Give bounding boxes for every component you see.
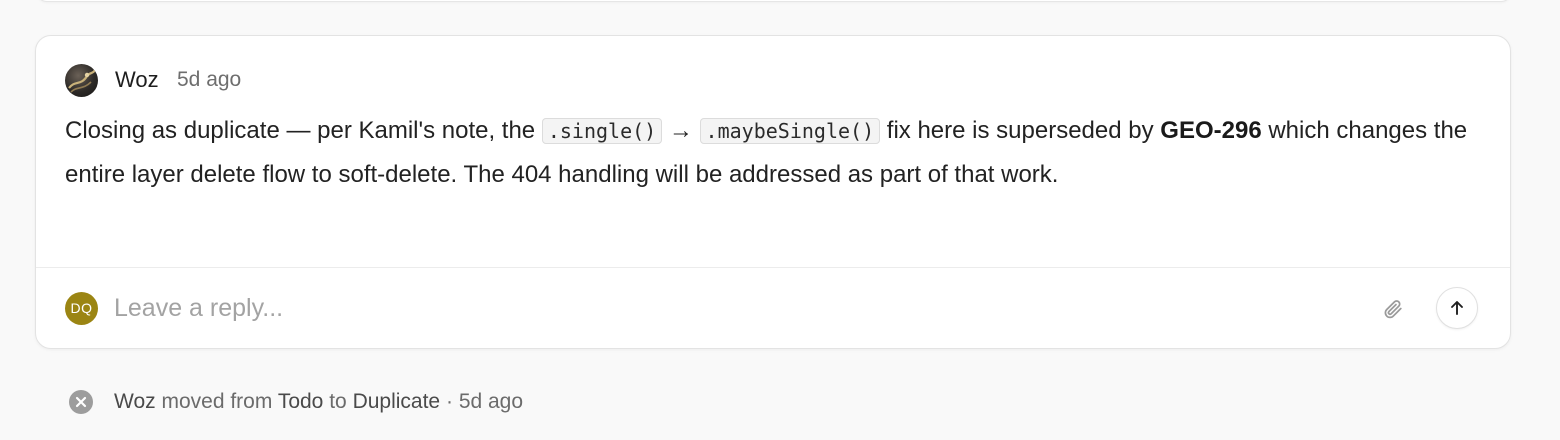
reply-composer: DQ — [36, 267, 1510, 348]
comment-body: Closing as duplicate — per Kamil's note,… — [65, 109, 1485, 196]
close-circle-icon — [69, 390, 93, 414]
paperclip-icon — [1384, 300, 1402, 319]
activity-timestamp[interactable]: 5d ago — [459, 390, 523, 413]
avatar-photo-icon — [68, 69, 96, 93]
comment: Woz 5d ago Closing as duplicate — per Ka… — [36, 36, 1510, 268]
arrow-up-icon — [1451, 301, 1463, 315]
send-reply-button[interactable] — [1436, 287, 1478, 329]
comment-author[interactable]: Woz — [115, 67, 159, 93]
activity-to-word: to — [329, 390, 347, 413]
inline-code-single: .single() — [541, 118, 663, 144]
reply-input[interactable] — [114, 287, 1344, 329]
attach-button[interactable] — [1376, 292, 1410, 326]
inline-code-maybe-single: .maybeSingle() — [699, 118, 881, 144]
comment-text-part: fix here is superseded by — [880, 117, 1161, 144]
activity-entry: Woz moved from Todo to Duplicate · 5d ag… — [68, 388, 523, 416]
issue-reference[interactable]: GEO-296 — [1160, 117, 1261, 144]
author-avatar[interactable] — [65, 64, 98, 97]
activity-text: Woz moved from Todo to Duplicate · 5d ag… — [114, 390, 523, 414]
comment-thread-card: Woz 5d ago Closing as duplicate — per Ka… — [35, 35, 1511, 349]
comment-timestamp[interactable]: 5d ago — [177, 68, 241, 92]
arrow-text: → — [662, 117, 700, 144]
previous-comment-card — [36, 0, 1512, 2]
activity-action: moved from — [161, 390, 273, 413]
activity-from-status: Todo — [277, 390, 324, 413]
activity-actor[interactable]: Woz — [114, 390, 156, 413]
current-user-avatar: DQ — [65, 292, 98, 325]
activity-to-status: Duplicate — [352, 390, 441, 413]
comment-text-part: Closing as duplicate — per Kamil's note,… — [65, 117, 542, 144]
activity-separator: · — [445, 390, 453, 413]
